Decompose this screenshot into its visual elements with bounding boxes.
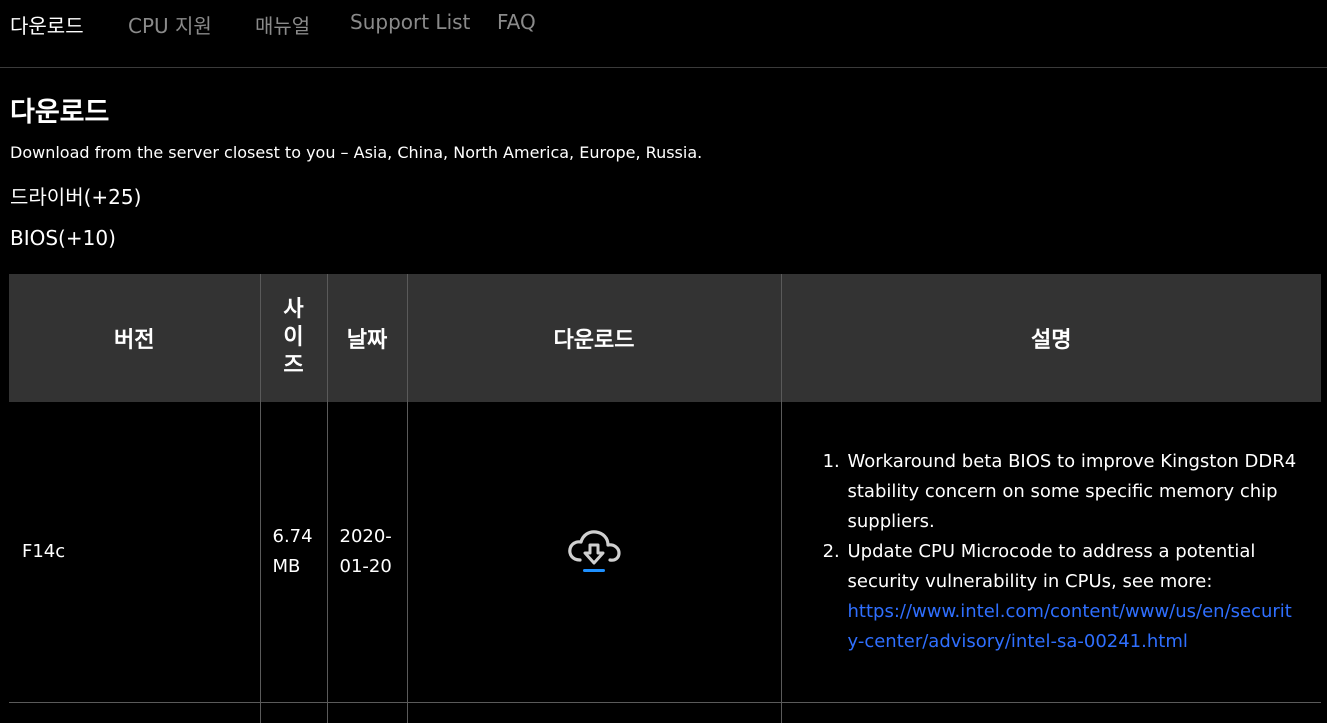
nav-tab-download[interactable]: 다운로드 (10, 10, 84, 39)
cell-version: F14c (9, 402, 260, 703)
column-header-date: 날짜 (327, 274, 407, 402)
server-description: Download from the server closest to you … (10, 143, 702, 162)
release-note-text: Update CPU Microcode to address a potent… (848, 541, 1256, 592)
top-nav: 다운로드 CPU 지원 매뉴얼 Support List FAQ (0, 0, 1327, 68)
intel-advisory-link[interactable]: https://www.intel.com/content/www/us/en/… (848, 601, 1292, 652)
bios-section-toggle[interactable]: BIOS(+10) (10, 226, 116, 250)
cell-size: 6.74 MB (260, 402, 327, 703)
bios-table: 버전 사이즈 날짜 다운로드 설명 F14c 6.74 MB 2020-01-2… (9, 274, 1321, 723)
drivers-section-toggle[interactable]: 드라이버(+25) (10, 181, 141, 210)
nav-tab-support-list[interactable]: Support List (350, 10, 470, 34)
cell-description: Workaround beta BIOS to improve Kingston… (781, 402, 1321, 703)
column-header-download: 다운로드 (407, 274, 781, 402)
column-header-description: 설명 (781, 274, 1321, 402)
column-header-size: 사이즈 (260, 274, 327, 402)
cell-date: 2020-01-20 (327, 402, 407, 703)
release-note-item: Workaround beta BIOS to improve Kingston… (846, 447, 1302, 537)
cell-download (407, 402, 781, 703)
table-row: F14c 6.74 MB 2020-01-20 Workaround beta … (9, 402, 1321, 703)
bios-table-container: 버전 사이즈 날짜 다운로드 설명 F14c 6.74 MB 2020-01-2… (9, 274, 1321, 723)
cloud-download-icon[interactable] (566, 528, 622, 584)
page-title: 다운로드 (10, 90, 109, 129)
nav-tab-cpu-support[interactable]: CPU 지원 (128, 10, 212, 39)
nav-tab-faq[interactable]: FAQ (497, 10, 536, 34)
column-header-size-label: 사이즈 (281, 296, 305, 380)
column-header-version: 버전 (9, 274, 260, 402)
nav-tab-manual[interactable]: 매뉴얼 (255, 10, 310, 39)
release-note-text: Workaround beta BIOS to improve Kingston… (848, 451, 1297, 532)
release-note-item: Update CPU Microcode to address a potent… (846, 537, 1302, 657)
table-header-row: 버전 사이즈 날짜 다운로드 설명 (9, 274, 1321, 402)
release-notes-list: Workaround beta BIOS to improve Kingston… (794, 447, 1310, 657)
